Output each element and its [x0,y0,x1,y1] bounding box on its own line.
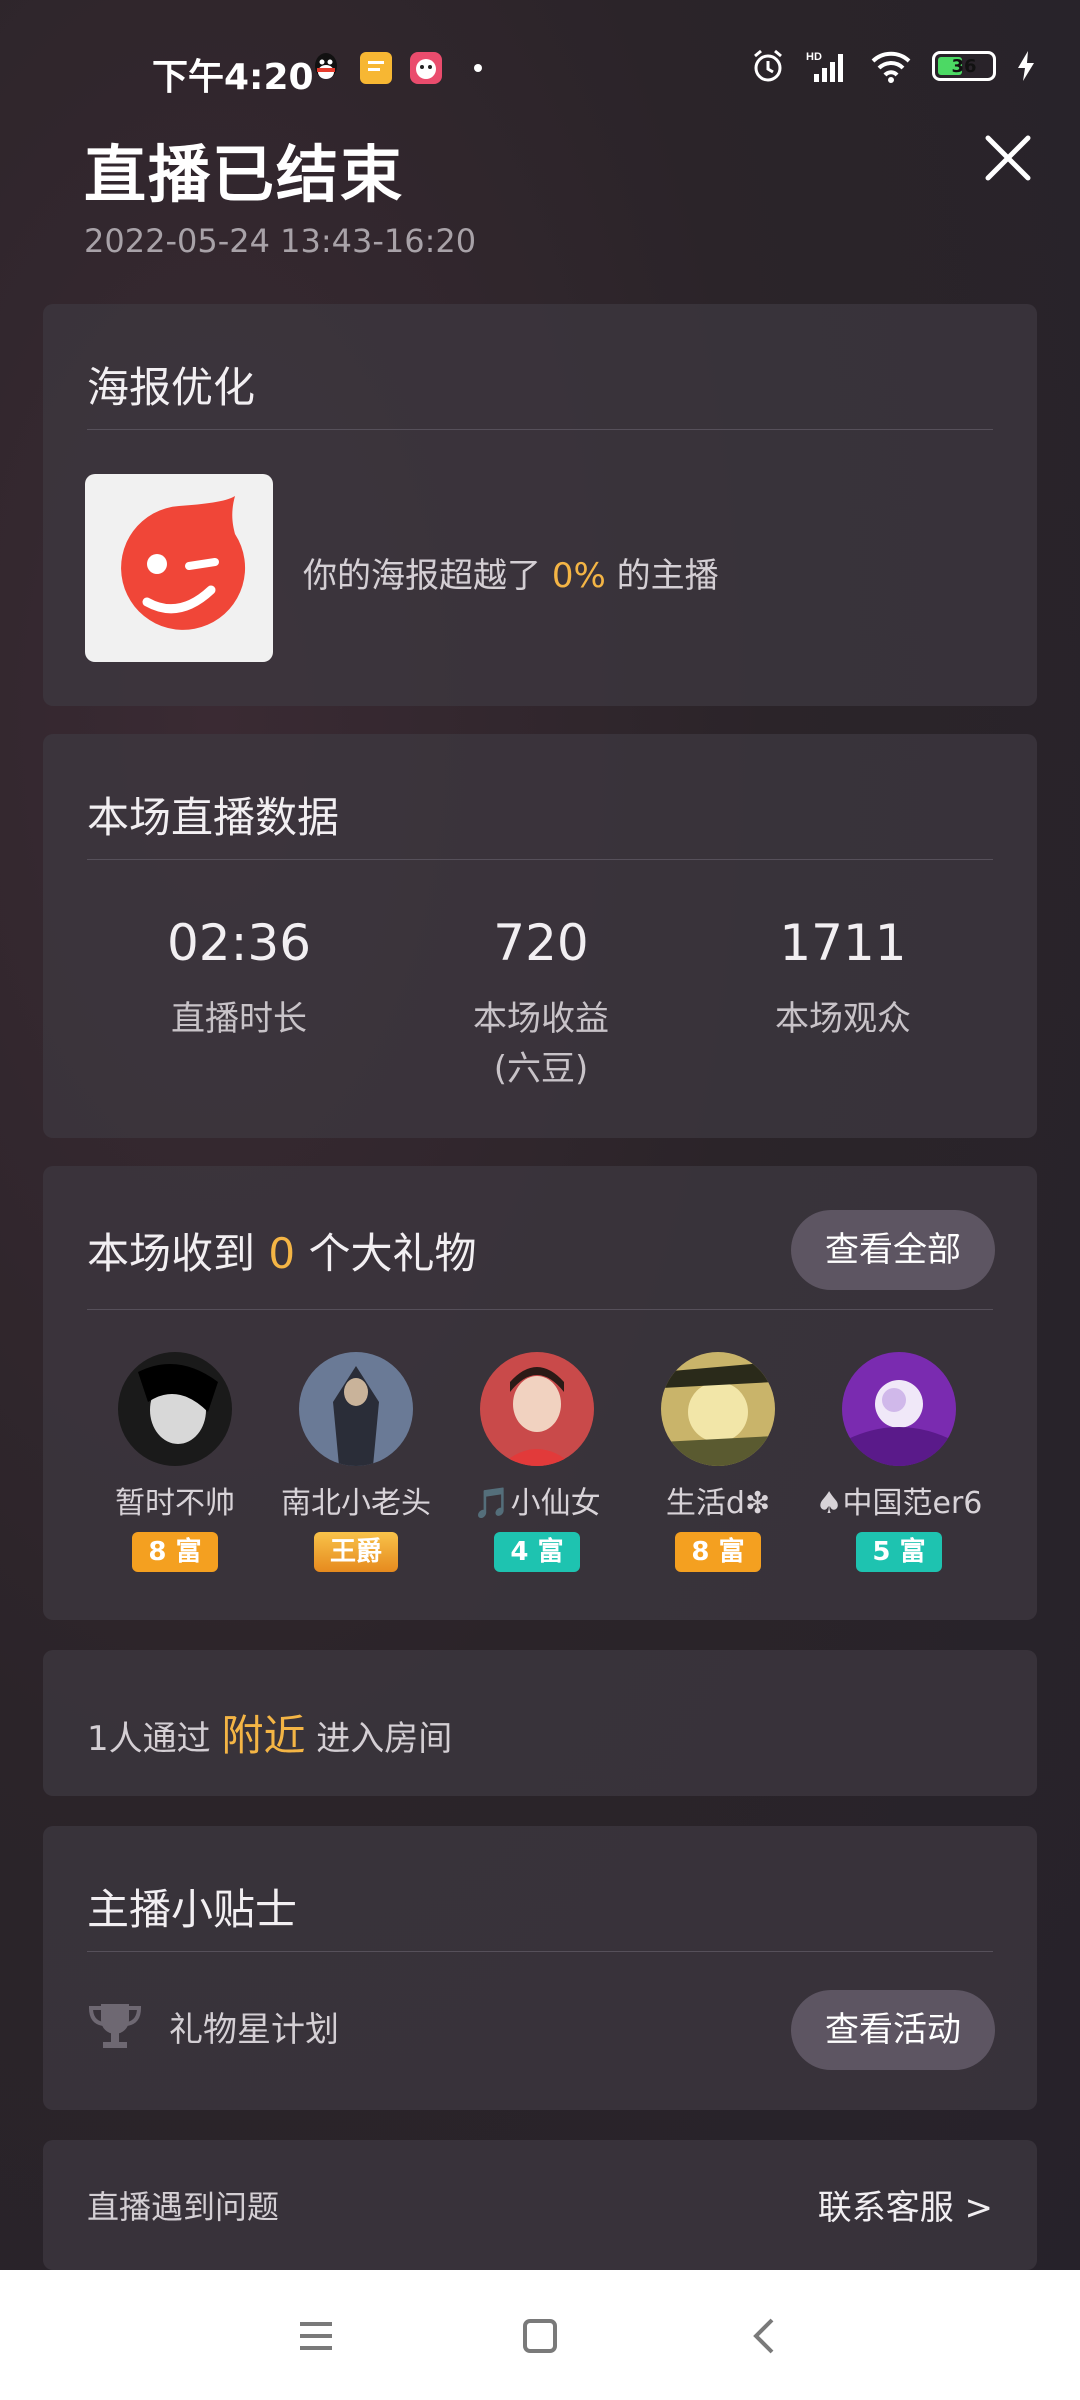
status-time: 下午4:20 [152,57,314,98]
avatar [118,1352,232,1466]
divider [87,1951,993,1952]
stat-audience: 1711 本场观众 [775,914,911,1039]
gifter-name: 生活d❇ [665,1486,771,1521]
live-stats-card: 本场直播数据 02:36 直播时长 720 本场收益 (六豆) 1711 本场观… [43,734,1037,1138]
wealth-badge: 8 富 [132,1532,218,1572]
close-icon[interactable] [978,128,1038,188]
poster-rank-text: 你的海报超越了 0% 的主播 [303,556,719,596]
gifter-item[interactable]: 暂时不帅 8 富 [85,1352,265,1572]
problem-card: 直播遇到问题 联系客服 > [43,2140,1037,2270]
back-icon[interactable] [742,2312,790,2360]
poster-percent: 0% [551,556,606,596]
qq-icon [315,53,337,79]
menu-icon[interactable] [292,2312,340,2360]
noble-badge: 王爵 [313,1532,398,1572]
notification-dot [474,64,482,72]
status-bar: 下午4:20 HD 36 [0,0,1080,140]
gifter-item[interactable]: 🎵小仙女 4 富 [447,1352,627,1572]
hd-signal-icon: HD [806,51,843,82]
avatar [842,1352,956,1466]
stat-duration: 02:36 直播时长 [166,914,312,1039]
gifter-name: ♠中国范er6 [815,1486,983,1521]
wifi-icon [871,51,911,83]
nearby-entry-text: 1人通过 附近 进入房间 [87,1711,453,1760]
avatar [661,1352,775,1466]
svg-text:HD: HD [806,51,822,63]
tip-label: 礼物星计划 [169,2009,339,2050]
poster-thumbnail[interactable] [85,474,273,662]
avatar [299,1352,413,1466]
gift-count: 0 [268,1229,296,1278]
gifter-name: 🎵小仙女 [473,1486,601,1521]
divider [87,429,993,430]
charging-icon [1018,51,1034,81]
gifts-card-title: 本场收到 0 个大礼物 [87,1229,477,1278]
trophy-icon [88,2004,142,2048]
tip-item: 礼物星计划 [87,2000,339,2052]
system-nav-bar [0,2270,1080,2400]
contact-support-link[interactable]: 联系客服 > [818,2180,993,2229]
home-icon[interactable] [516,2312,564,2360]
battery-icon: 36 [932,51,996,81]
alarm-icon [754,49,782,82]
divider [87,1309,993,1310]
poster-optimization-card: 海报优化 你的海报超越了 0% 的主播 [43,304,1037,706]
big-gifts-card: 本场收到 0 个大礼物 查看全部 暂时不帅 8 富 南北小老头 王爵 🎵小仙女 … [43,1166,1037,1620]
poster-card-title: 海报优化 [87,363,256,412]
nearby-highlight: 附近 [221,1711,306,1760]
gifter-item[interactable]: 生活d❇ 8 富 [628,1352,808,1572]
page-title: 直播已结束 [84,138,405,211]
battery-level: 36 [951,55,977,77]
stat-income: 720 本场收益 (六豆) [473,914,609,1089]
wealth-badge: 8 富 [675,1532,761,1572]
notes-icon [360,52,392,84]
gifter-name: 暂时不帅 [115,1486,235,1521]
wink-logo-icon [121,496,246,630]
streamer-tips-card: 主播小贴士 礼物星计划 查看活动 [43,1826,1037,2110]
gifter-item[interactable]: ♠中国范er6 5 富 [809,1352,989,1572]
divider [87,859,993,860]
tips-card-title: 主播小贴士 [87,1885,298,1934]
view-all-button[interactable]: 查看全部 [791,1210,995,1290]
avatar [480,1352,594,1466]
live-time-range: 2022-05-24 13:43-16:20 [84,222,477,260]
view-activity-button[interactable]: 查看活动 [791,1990,995,2070]
gifter-name: 南北小老头 [281,1486,431,1521]
wealth-badge: 4 富 [494,1532,580,1572]
stats-card-title: 本场直播数据 [87,793,340,842]
wealth-badge: 5 富 [856,1532,942,1572]
app-icon [410,52,442,84]
gifter-item[interactable]: 南北小老头 王爵 [266,1352,446,1572]
nearby-entry-card: 1人通过 附近 进入房间 [43,1650,1037,1796]
problem-text: 直播遇到问题 [87,2188,280,2226]
